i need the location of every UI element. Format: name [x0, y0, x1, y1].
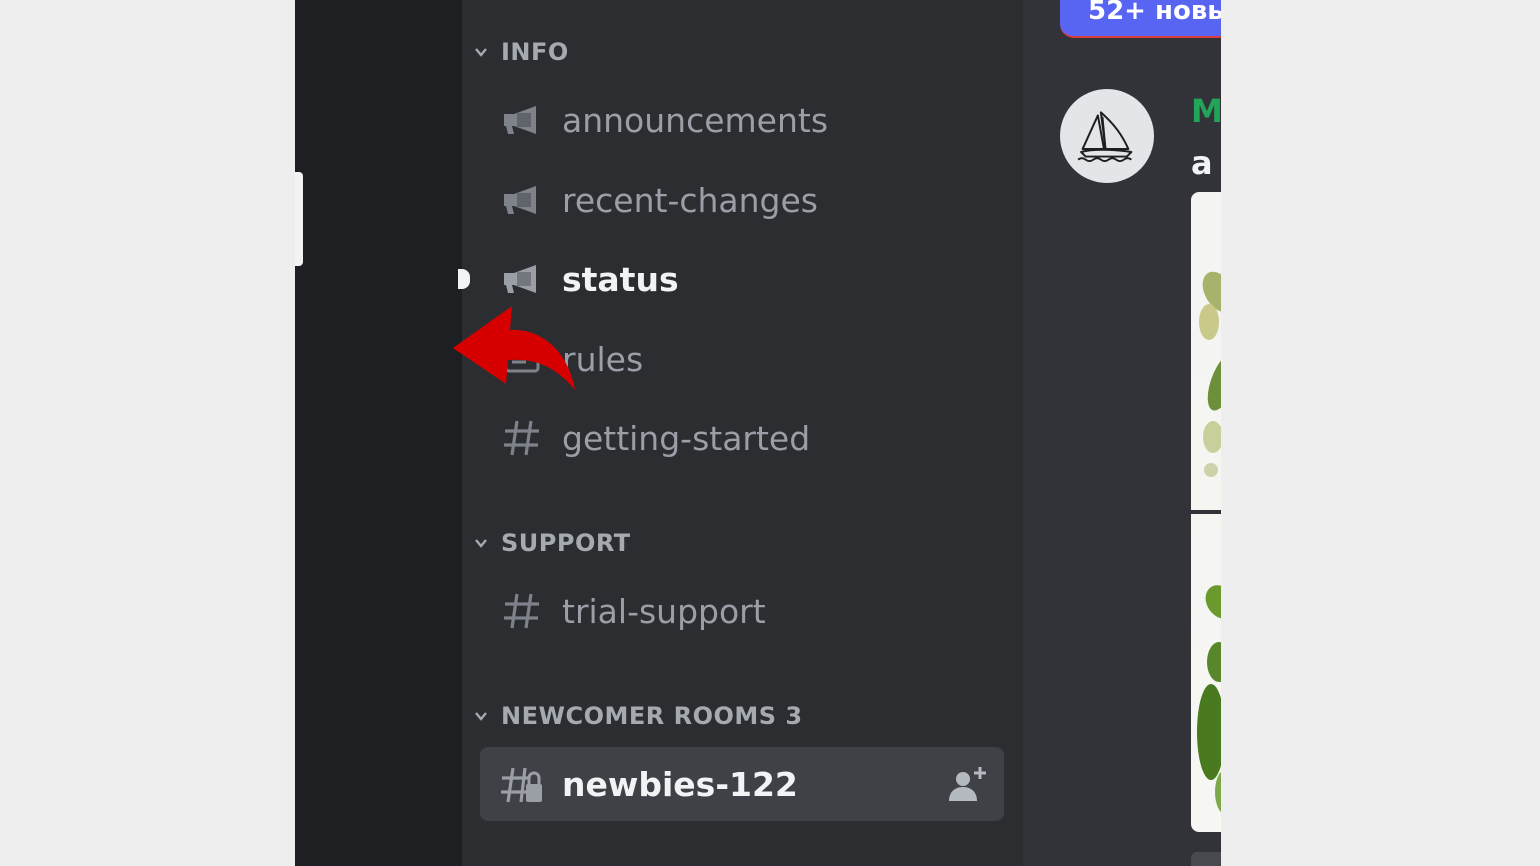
add-member-icon[interactable] — [946, 765, 988, 803]
channel-recent-changes[interactable]: recent-changes — [480, 170, 1004, 230]
active-server-indicator — [295, 172, 303, 266]
chevron-down-icon — [475, 539, 487, 548]
hash-icon — [500, 591, 544, 631]
new-messages-banner[interactable]: 52+ новы — [1060, 0, 1221, 38]
message-image[interactable] — [1191, 192, 1221, 832]
channel-announcements[interactable]: announcements — [480, 90, 1004, 150]
unread-indicator — [458, 269, 470, 289]
hash-icon — [500, 418, 544, 458]
megaphone-icon — [500, 100, 544, 140]
channel-newbies-122[interactable]: newbies-122 — [480, 747, 1004, 821]
channel-name: newbies-122 — [562, 764, 798, 804]
channel-name: recent-changes — [562, 180, 818, 220]
channel-trial-support[interactable]: trial-support — [480, 581, 1004, 641]
channel-list: INFO announcements recent-changes status — [458, 0, 1023, 866]
chevron-down-icon — [475, 48, 487, 57]
chevron-down-icon — [475, 712, 487, 721]
megaphone-icon — [500, 259, 544, 299]
message-input-edge — [1191, 852, 1221, 866]
category-label: NEWCOMER ROOMS 3 — [501, 702, 803, 730]
category-support[interactable]: SUPPORT — [472, 528, 631, 558]
hash-lock-icon — [500, 764, 544, 804]
channel-name: status — [562, 259, 679, 299]
image-separator — [1191, 510, 1221, 514]
category-label: SUPPORT — [501, 529, 631, 557]
server-rail: m-s — [295, 0, 728, 866]
sailboat-icon — [1077, 111, 1133, 163]
category-newcomer-rooms[interactable]: NEWCOMER ROOMS 3 — [472, 701, 803, 731]
channel-name: announcements — [562, 100, 829, 140]
discord-window: m-s — [0, 0, 1540, 866]
chat-area: 52+ новы M a — [1023, 0, 1221, 866]
message-author[interactable]: M — [1191, 92, 1221, 130]
channel-name: getting-started — [562, 418, 811, 458]
red-arrow-annotation — [453, 306, 575, 390]
megaphone-icon — [500, 180, 544, 220]
channel-name: trial-support — [562, 591, 766, 631]
message-text: a — [1191, 144, 1213, 182]
channel-getting-started[interactable]: getting-started — [480, 408, 1004, 468]
category-label: INFO — [501, 38, 569, 66]
avatar[interactable] — [1060, 89, 1154, 183]
category-info[interactable]: INFO — [472, 37, 569, 67]
